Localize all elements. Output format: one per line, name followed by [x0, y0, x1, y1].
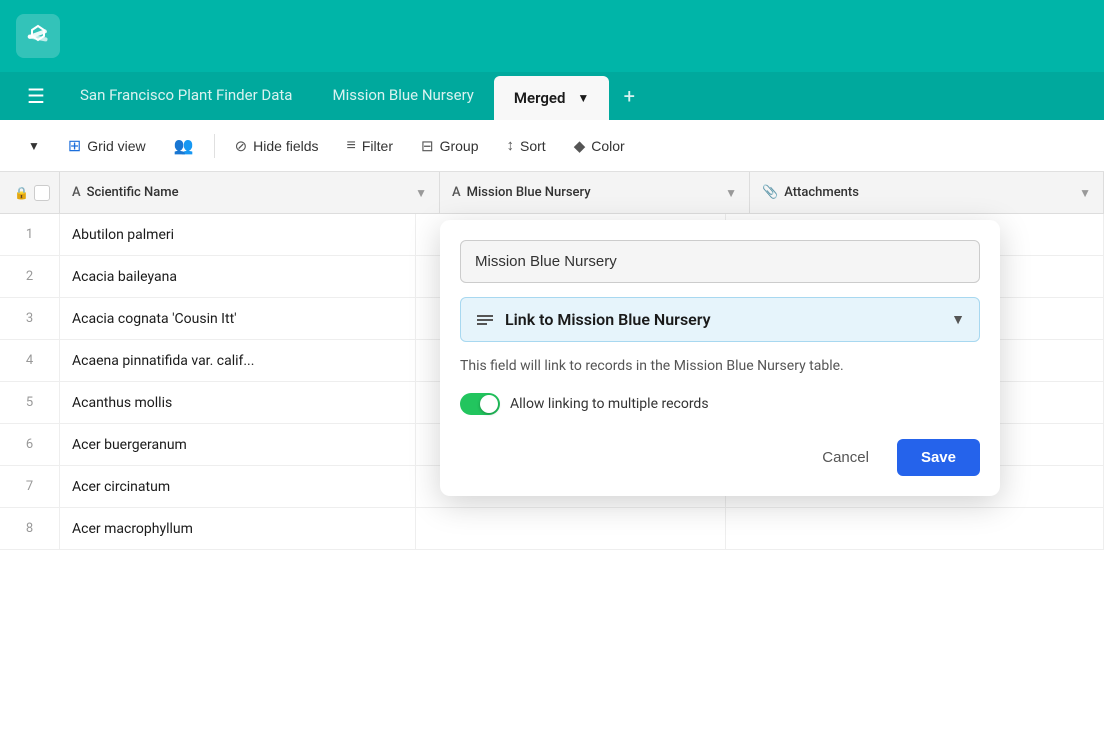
top-bar: [0, 0, 1104, 72]
hamburger-button[interactable]: ☰: [12, 72, 60, 120]
tab-mission-blue[interactable]: Mission Blue Nursery: [312, 72, 493, 120]
row-number: 5: [0, 382, 60, 423]
color-button[interactable]: ◆ Color: [562, 131, 637, 161]
col-sort-icon-3: ▼: [1079, 186, 1091, 200]
sort-icon: ↕: [507, 137, 515, 154]
tab-bar: ☰ San Francisco Plant Finder Data Missio…: [0, 72, 1104, 120]
popup-description: This field will link to records in the M…: [460, 356, 980, 377]
tab-sf-plant[interactable]: San Francisco Plant Finder Data: [60, 72, 312, 120]
sort-button[interactable]: ↕ Sort: [495, 131, 558, 160]
row-number: 4: [0, 340, 60, 381]
toggle-row: Allow linking to multiple records: [460, 393, 980, 415]
col-header-mission-blue[interactable]: A Mission Blue Nursery ▼: [440, 172, 750, 213]
toolbar: ▼ ⊞ Grid view 👥 ⊘ Hide fields ≡ Filter ⊟…: [0, 120, 1104, 172]
add-tab-button[interactable]: +: [609, 72, 649, 120]
color-icon: ◆: [574, 137, 586, 155]
select-all-checkbox-col: 🔒: [0, 172, 60, 213]
field-type-selector[interactable]: Link to Mission Blue Nursery ▼: [460, 297, 980, 342]
multiple-records-toggle[interactable]: [460, 393, 500, 415]
grid-view-icon: ⊞: [68, 136, 81, 156]
link-field-icon: [475, 312, 495, 328]
toggle-label: Allow linking to multiple records: [510, 396, 709, 412]
cell-scientific-name[interactable]: Acanthus mollis: [60, 382, 416, 423]
toggle-knob: [480, 395, 498, 413]
main-content: ▼ ⊞ Grid view 👥 ⊘ Hide fields ≡ Filter ⊟…: [0, 120, 1104, 747]
toolbar-divider: [214, 134, 215, 158]
field-type-label: Link to Mission Blue Nursery: [505, 310, 941, 329]
filter-button[interactable]: ≡ Filter: [335, 131, 405, 161]
lock-icon: 🔒: [10, 186, 34, 200]
text-field-icon-2: A: [452, 185, 461, 200]
app-logo[interactable]: [16, 14, 60, 58]
row-number: 8: [0, 508, 60, 549]
row-number: 6: [0, 424, 60, 465]
popup-actions: Cancel Save: [460, 439, 980, 476]
people-icon: 👥: [174, 136, 194, 156]
col-header-attachments[interactable]: 📎 Attachments ▼: [750, 172, 1104, 213]
cell-attachments[interactable]: [726, 508, 1104, 549]
save-button[interactable]: Save: [897, 439, 980, 476]
text-field-icon: A: [72, 185, 81, 200]
cell-scientific-name[interactable]: Acacia baileyana: [60, 256, 416, 297]
select-all-checkbox[interactable]: [34, 185, 50, 201]
field-config-popup: Link to Mission Blue Nursery ▼ This fiel…: [440, 220, 1000, 496]
grid-view-button[interactable]: ⊞ Grid view: [56, 130, 158, 162]
row-number: 7: [0, 466, 60, 507]
cell-scientific-name[interactable]: Acer macrophyllum: [60, 508, 416, 549]
group-button[interactable]: ⊟ Group: [409, 131, 491, 161]
field-name-input[interactable]: [460, 240, 980, 283]
group-icon: ⊟: [421, 137, 434, 155]
cell-mission-blue[interactable]: [416, 508, 726, 549]
hide-fields-icon: ⊘: [235, 137, 248, 155]
cell-scientific-name[interactable]: Abutilon palmeri: [60, 214, 416, 255]
grid-area: 🔒 A Scientific Name ▼ A Mission Blue Nur…: [0, 172, 1104, 747]
tab-merged[interactable]: Merged ▼: [494, 76, 609, 120]
cell-scientific-name[interactable]: Acaena pinnatifida var. calif...: [60, 340, 416, 381]
people-button[interactable]: 👥: [162, 130, 206, 162]
table-row: 8 Acer macrophyllum: [0, 508, 1104, 550]
row-number: 3: [0, 298, 60, 339]
tab-arrow-icon: ▼: [577, 91, 589, 105]
field-type-chevron-icon: ▼: [951, 311, 965, 328]
cancel-button[interactable]: Cancel: [806, 441, 885, 474]
col-header-scientific-name[interactable]: A Scientific Name ▼: [60, 172, 440, 213]
view-toggle-button[interactable]: ▼: [16, 133, 52, 159]
cell-scientific-name[interactable]: Acer buergeranum: [60, 424, 416, 465]
cell-scientific-name[interactable]: Acer circinatum: [60, 466, 416, 507]
filter-icon: ≡: [347, 137, 356, 155]
row-number: 2: [0, 256, 60, 297]
table-header: 🔒 A Scientific Name ▼ A Mission Blue Nur…: [0, 172, 1104, 214]
attachment-icon: 📎: [762, 185, 778, 200]
col-sort-icon: ▼: [415, 186, 427, 200]
dropdown-icon: ▼: [28, 139, 40, 153]
col-sort-icon-2: ▼: [725, 186, 737, 200]
row-number: 1: [0, 214, 60, 255]
hide-fields-button[interactable]: ⊘ Hide fields: [223, 131, 331, 161]
cell-scientific-name[interactable]: Acacia cognata 'Cousin Itt': [60, 298, 416, 339]
